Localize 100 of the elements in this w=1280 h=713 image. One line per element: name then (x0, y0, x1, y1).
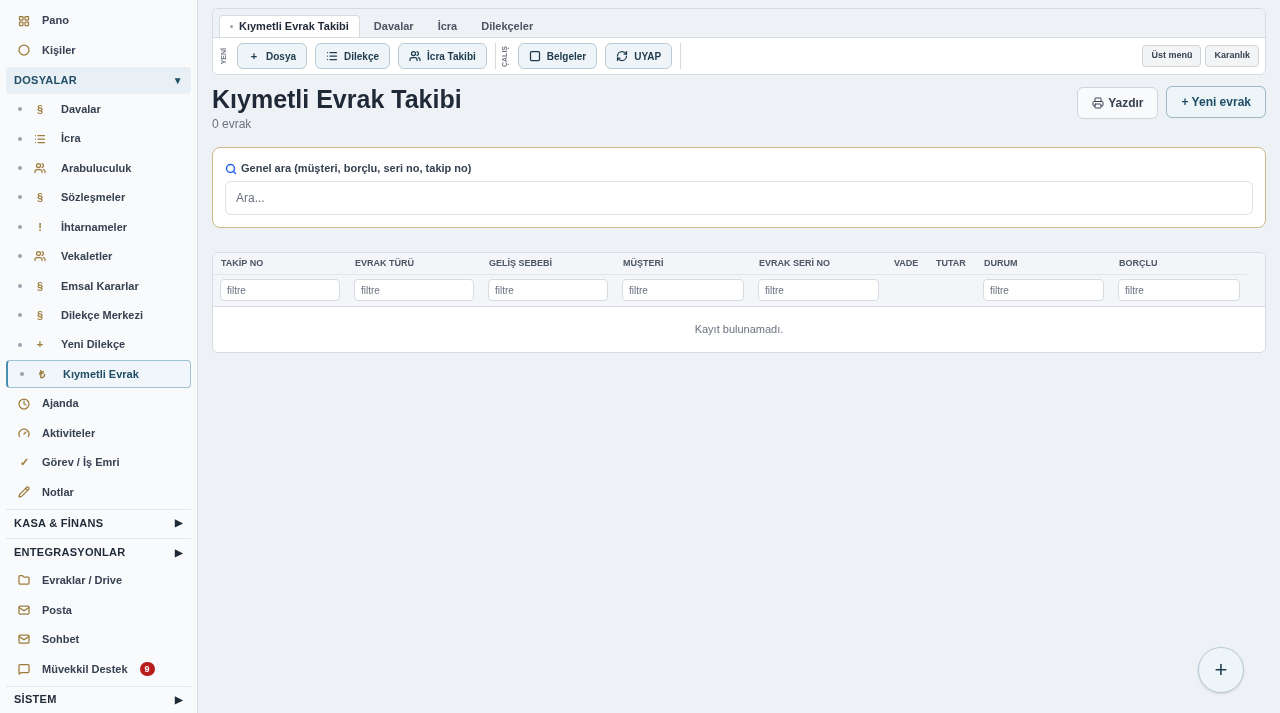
column-header: TUTAR (936, 256, 966, 270)
bullet-icon (18, 166, 22, 170)
sidebar-item[interactable]: § Emsal Kararlar (6, 272, 191, 300)
section-header[interactable]: ENTEGRASYONLAR ▶ (6, 538, 191, 566)
glyph-icon: ₺ (36, 365, 48, 383)
grid-icon (18, 14, 30, 27)
toolbar-button[interactable]: UYAP (605, 43, 673, 69)
sidebar-item[interactable]: ✓ Görev / İş Emri (6, 448, 191, 477)
column-header: EVRAK TÜRÜ (355, 256, 414, 270)
tab[interactable]: Kıymetli Evrak Takibi (219, 15, 360, 37)
glyph-icon: ! (34, 218, 46, 236)
bullet-icon (18, 342, 22, 347)
sidebar-item[interactable]: Kişiler (6, 36, 191, 64)
count-badge: 9 (139, 661, 155, 676)
glyph-icon: § (34, 277, 46, 295)
glyph-icon: + (34, 336, 46, 353)
people-icon (409, 50, 422, 62)
column-header: MÜŞTERİ (623, 256, 664, 270)
bullet-icon (18, 107, 22, 112)
bullet-icon (18, 136, 22, 141)
filter-field[interactable]: filtre (220, 279, 340, 302)
glyph-icon: + (248, 47, 260, 65)
sidebar-item[interactable]: Vekaletler (6, 242, 191, 271)
filter-field[interactable]: filtre (622, 279, 744, 302)
list-icon (326, 50, 338, 62)
tab[interactable]: İcra (427, 15, 468, 37)
record-count: 0 evrak (212, 116, 253, 134)
section-header[interactable]: KASA & FİNANS ▶ (6, 508, 191, 537)
sidebar-item[interactable]: Aktiviteler (6, 419, 191, 447)
column-header: BORÇLU (1119, 256, 1158, 270)
section-header[interactable]: DOSYALAR ▼ (6, 66, 191, 95)
toolbar-button[interactable]: Üst menü (1142, 45, 1202, 67)
add-button[interactable]: + (1198, 647, 1244, 693)
caret-icon: ▶ (174, 544, 183, 560)
search-label: Genel ara (müşteri, borçlu, seri no, takip no) (241, 161, 472, 177)
refresh-icon (616, 50, 629, 62)
tab[interactable]: Dilekçeler (471, 15, 544, 37)
column-header: GELİŞ SEBEBİ (489, 256, 552, 270)
people-icon (34, 250, 46, 263)
print-button[interactable]: Yazdır (1077, 87, 1159, 119)
sidebar-item[interactable]: Müvekkil Destek 9 (6, 655, 191, 683)
column-header: EVRAK SERİ NO (759, 256, 830, 270)
glyph-icon: § (34, 189, 46, 206)
page-title: Kıymetli Evrak Takibi (212, 84, 462, 115)
bullet-icon (18, 195, 22, 200)
list-icon (34, 132, 46, 145)
sidebar-item[interactable]: § Dilekçe Merkezi (6, 301, 191, 329)
gauge-icon (18, 427, 30, 440)
people-icon (34, 162, 46, 174)
pencil-icon (18, 486, 30, 498)
square-icon (528, 50, 541, 62)
filter-field[interactable]: filtre (983, 279, 1104, 302)
filter-field[interactable]: filtre (354, 279, 474, 302)
sidebar-item[interactable]: § Davalar (6, 95, 191, 123)
toolbar-button[interactable]: İcra Takibi (398, 43, 487, 69)
column-header: VADE (894, 256, 919, 270)
chat-icon (18, 662, 30, 675)
toolbar-button[interactable]: + Dosya (237, 43, 307, 69)
search-icon (225, 162, 237, 175)
folder-icon (18, 574, 30, 587)
tab[interactable]: Davalar (363, 15, 424, 37)
toolbar-button[interactable]: Karanlık (1205, 45, 1259, 67)
section-header[interactable]: SİSTEM ▶ (6, 685, 191, 713)
sidebar-item[interactable]: Evraklar / Drive (6, 566, 191, 595)
sidebar-item[interactable]: ₺ Kıymetli Evrak (6, 360, 191, 388)
toolbar-button[interactable]: Belgeler (517, 43, 598, 69)
sidebar-item[interactable]: Notlar (6, 478, 191, 506)
sidebar-item[interactable]: İcra (6, 124, 191, 153)
filter-field[interactable]: filtre (488, 279, 608, 302)
filter-field[interactable]: filtre (758, 279, 879, 302)
sidebar-item[interactable]: + Yeni Dilekçe (6, 331, 191, 359)
filter-field[interactable]: filtre (1118, 279, 1240, 302)
sidebar-item[interactable]: Pano (6, 7, 191, 35)
empty-message: Kayıt bulunamadı. (694, 322, 784, 337)
glyph-icon: § (34, 307, 46, 324)
clock-icon (18, 397, 30, 410)
new-record-button[interactable]: + Yeni evrak (1166, 86, 1266, 118)
caret-icon: ▼ (172, 73, 183, 89)
printer-icon (1092, 97, 1105, 109)
column-header: DURUM (984, 256, 1018, 270)
sidebar-item[interactable]: Ajanda (6, 389, 191, 418)
bullet-icon (20, 372, 24, 377)
bullet-icon (18, 313, 22, 318)
sidebar-item[interactable]: Arabuluculuk (6, 154, 191, 182)
glyph-icon: ✓ (18, 454, 30, 471)
envelope-icon (18, 603, 30, 616)
sidebar-item[interactable]: ! İhtarnameler (6, 213, 191, 241)
caret-icon: ▶ (174, 515, 183, 531)
toolbar-button[interactable]: Dilekçe (315, 43, 391, 69)
bullet-icon (18, 224, 22, 229)
glyph-icon: § (34, 100, 46, 118)
column-header: TAKİP NO (221, 256, 264, 270)
sidebar-item[interactable]: Posta (6, 596, 191, 624)
envelope-icon (18, 633, 30, 646)
bullet-icon (18, 283, 22, 288)
sidebar-item[interactable]: § Sözleşmeler (6, 183, 191, 212)
search-field[interactable]: Ara... (225, 180, 1253, 215)
sidebar-item[interactable]: Sohbet (6, 625, 191, 654)
bullet-icon (18, 254, 22, 259)
caret-icon: ▶ (174, 692, 183, 708)
